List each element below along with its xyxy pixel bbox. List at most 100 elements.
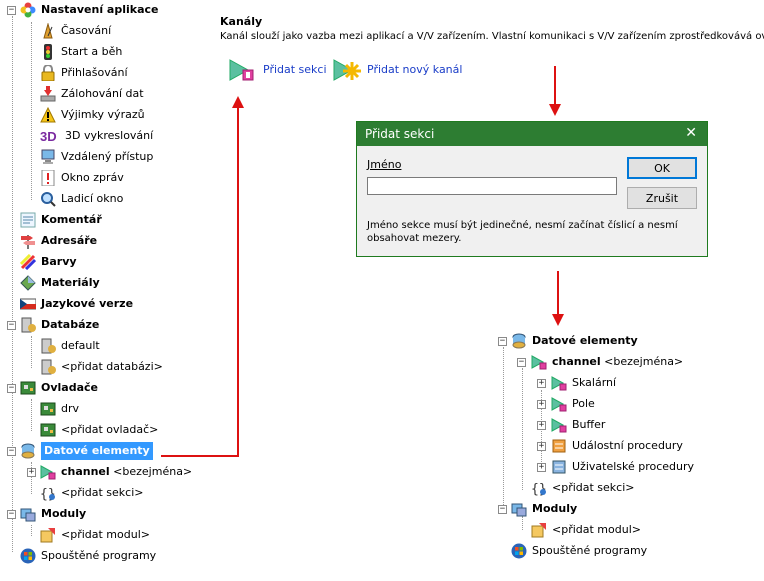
result-section-buffer[interactable]: Buffer (551, 415, 605, 435)
tree-node-drivers[interactable]: Ovladače (20, 378, 98, 398)
tree-node-colors[interactable]: Barvy (19, 252, 77, 272)
tree-node-data-elements[interactable]: Datové elementy (20, 441, 153, 461)
materials-icon (20, 275, 36, 291)
tree-item-messages[interactable]: Okno zpráv (40, 168, 124, 188)
tree-item-add-database[interactable]: <přidat databázi> (40, 357, 163, 377)
tree-item-remote[interactable]: Vzdálený přístup (40, 147, 153, 167)
flower-icon (20, 2, 36, 18)
database-icon (20, 317, 36, 333)
collapse-toggle[interactable]: − (7, 384, 16, 393)
tree-item-backup[interactable]: Zálohování dat (40, 84, 144, 104)
tree-node-databases[interactable]: Databáze (20, 315, 99, 335)
add-section-link[interactable]: Přidat sekci (228, 58, 327, 82)
tree-node-label: Nastavení aplikace (41, 3, 159, 16)
tree-item-start[interactable]: Start a běh (40, 42, 122, 62)
collapse-toggle[interactable]: − (7, 447, 16, 456)
tree-node-materials[interactable]: Materiály (20, 273, 100, 293)
message-icon (40, 169, 56, 187)
tree-node-modules[interactable]: Moduly (20, 504, 86, 524)
windows-orb-icon (20, 548, 36, 564)
traffic-light-icon (40, 44, 56, 60)
database-icon (40, 338, 56, 354)
channel-icon (40, 464, 56, 480)
result-add-module[interactable]: <přidat modul> (531, 520, 641, 540)
3d-icon: 3D (40, 128, 60, 144)
circuit-board-icon (20, 380, 36, 396)
add-channel-icon (332, 58, 362, 82)
collapse-toggle[interactable]: − (498, 505, 507, 514)
tree-node-languages[interactable]: Jazykové verze (19, 294, 133, 314)
result-section-scalar[interactable]: Skalární (551, 373, 616, 393)
tree-item-3d[interactable]: 3D 3D vykreslování (40, 126, 153, 146)
tree-node-addresses[interactable]: Adresáře (20, 231, 97, 251)
tree-item-database-default[interactable]: default (40, 336, 100, 356)
tree-item-exceptions[interactable]: Výjimky výrazů (40, 105, 145, 125)
lock-icon (40, 64, 56, 82)
module-add-icon (531, 522, 547, 538)
tree-item-add-section[interactable]: {} <přidat sekci> (40, 483, 144, 503)
result-node-data-elements[interactable]: Datové elementy (511, 331, 638, 351)
expand-toggle[interactable]: + (537, 463, 546, 472)
module-add-icon (40, 527, 56, 543)
collapse-toggle[interactable]: − (7, 6, 16, 15)
result-section-event-procedures[interactable]: Událostní procedury (551, 436, 683, 456)
tree-node-settings[interactable]: Nastavení aplikace (20, 0, 158, 20)
tree-node-comment[interactable]: Komentář (20, 210, 102, 230)
section-icon (551, 396, 567, 412)
result-section-user-procedures[interactable]: Uživatelské procedury (551, 457, 694, 477)
result-node-modules[interactable]: Moduly (511, 499, 577, 519)
result-add-section[interactable]: {} <přidat sekci> (531, 478, 635, 498)
section-icon (551, 375, 567, 391)
dialog-hint: Jméno sekce musí být jedinečné, nesmí za… (367, 220, 678, 244)
ok-button[interactable]: OK (627, 157, 697, 179)
dialog-title-bar[interactable]: Přidat sekci ✕ (357, 122, 707, 146)
tree-item-channel[interactable]: channel <bezejména> (40, 462, 192, 482)
name-input[interactable] (367, 177, 617, 195)
palette-icon (19, 253, 37, 271)
cancel-button[interactable]: Zrušit (627, 187, 697, 209)
expand-toggle[interactable]: + (537, 442, 546, 451)
collapse-toggle[interactable]: − (517, 358, 526, 367)
modules-icon (511, 501, 527, 517)
collapse-toggle[interactable]: − (498, 337, 507, 346)
modules-icon (20, 506, 36, 522)
circuit-board-icon (40, 401, 56, 417)
tree-item-debug[interactable]: Ladicí okno (40, 189, 123, 209)
circuit-board-icon (40, 422, 56, 438)
name-label: Jméno (367, 158, 402, 171)
section-icon (551, 417, 567, 433)
expand-toggle[interactable]: + (537, 400, 546, 409)
close-icon[interactable]: ✕ (685, 125, 697, 141)
expand-toggle[interactable]: + (27, 468, 36, 477)
add-section-dialog: Přidat sekci ✕ Jméno OK Zrušit Jméno sek… (356, 121, 708, 257)
result-node-programs[interactable]: Spouštěné programy (511, 541, 647, 561)
procedure-icon (551, 438, 567, 454)
computer-icon (40, 149, 56, 165)
windows-orb-icon (511, 543, 527, 559)
add-channel-link[interactable]: Přidat nový kanál (332, 58, 462, 82)
channel-icon (531, 354, 547, 370)
expand-toggle[interactable]: + (537, 421, 546, 430)
result-node-channel[interactable]: channel <bezejména> (531, 352, 683, 372)
tree-item-add-module[interactable]: <přidat modul> (40, 525, 150, 545)
panel-title: Kanály (220, 15, 263, 28)
collapse-toggle[interactable]: − (7, 321, 16, 330)
note-icon (20, 212, 36, 228)
tree-node-programs[interactable]: Spouštěné programy (20, 546, 156, 566)
collapse-toggle[interactable]: − (7, 510, 16, 519)
tree-item-login[interactable]: Přihlašování (40, 63, 128, 83)
panel-description: Kanál slouží jako vazba mezi aplikací a … (220, 31, 764, 42)
result-section-array[interactable]: Pole (551, 394, 595, 414)
add-section-icon (228, 58, 258, 82)
expand-toggle[interactable]: + (537, 379, 546, 388)
data-elements-icon (511, 333, 527, 349)
tree-item-add-driver[interactable]: <přidat ovladač> (40, 420, 158, 440)
tree-item-timing[interactable]: Časování (40, 21, 111, 41)
dialog-title: Přidat sekci (365, 127, 435, 141)
download-icon (40, 86, 56, 102)
warning-icon (40, 106, 56, 123)
tree-item-driver-drv[interactable]: drv (40, 399, 79, 419)
metronome-icon (40, 22, 56, 39)
data-elements-icon (20, 443, 36, 459)
procedure-icon (551, 459, 567, 475)
